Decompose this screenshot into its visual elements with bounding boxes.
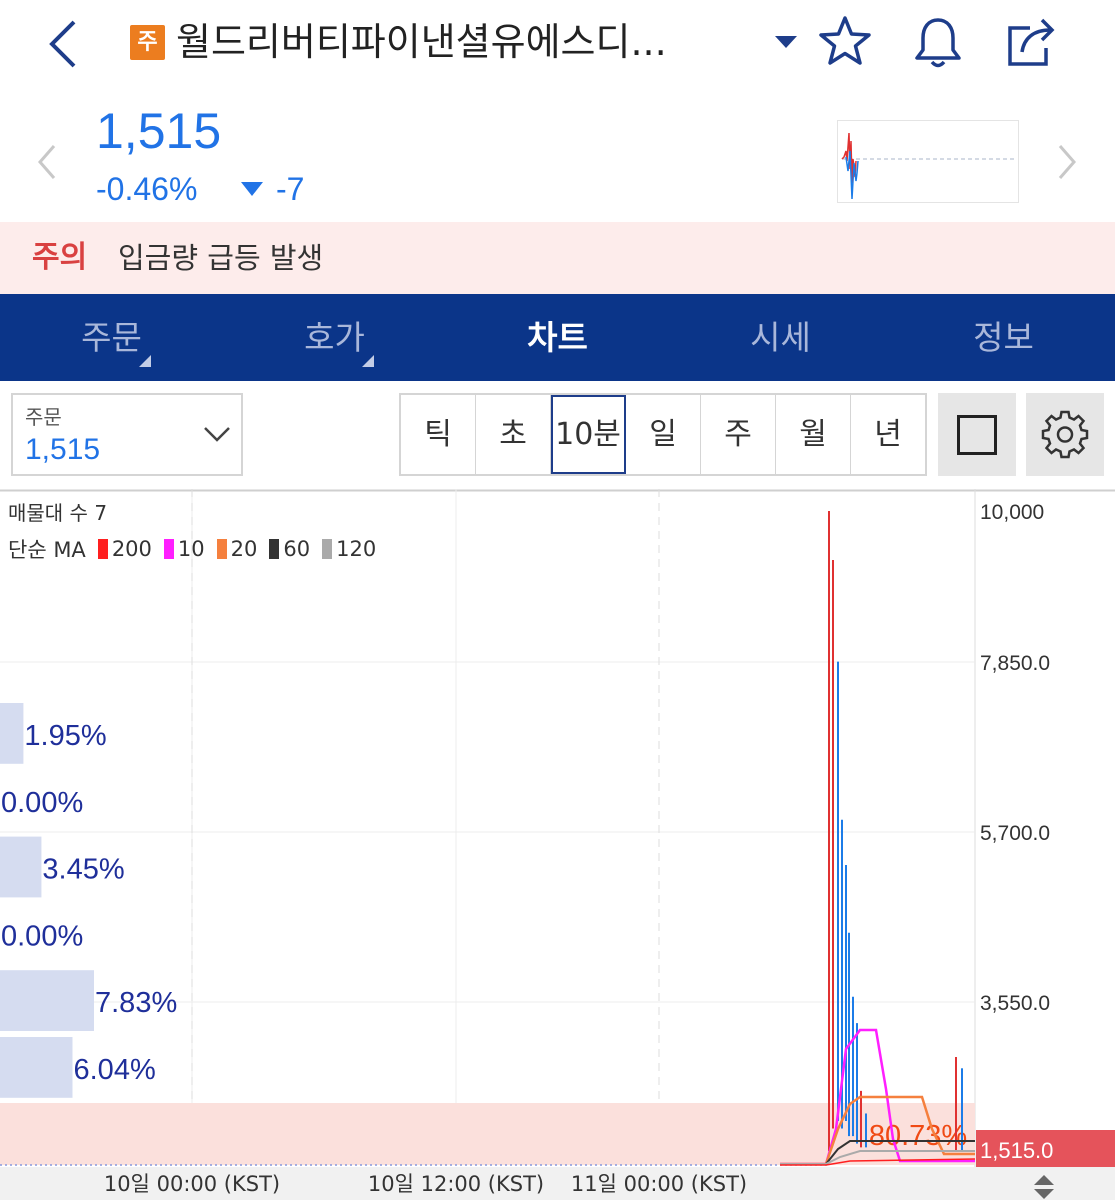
tab-quotes[interactable]: 시세 bbox=[669, 294, 892, 381]
current-price-tag-label: 1,515.0 bbox=[980, 1138, 1053, 1163]
legend-series-label: 120 bbox=[336, 537, 377, 561]
dropdown-icon[interactable] bbox=[772, 30, 800, 54]
top-bar: 주 월드리버티파이낸셜유에스디... bbox=[0, 0, 1115, 96]
period-10min[interactable]: 10분 bbox=[551, 395, 626, 474]
star-icon[interactable] bbox=[815, 12, 875, 72]
x-tick-label: 10일 00:00 (KST) bbox=[104, 1172, 280, 1196]
square-icon bbox=[957, 415, 997, 455]
chart-canvas[interactable]: 1.95% 0.00% 3.45% 0.00% 7.83% 6.04% 80.73% 10,0… bbox=[0, 489, 1115, 1200]
period-week[interactable]: 주 bbox=[701, 395, 776, 474]
order-select-label: 주문 bbox=[25, 405, 62, 429]
order-select[interactable]: 주문 1,515 bbox=[11, 393, 243, 476]
period-tick[interactable]: 틱 bbox=[401, 395, 476, 474]
volume-profile-label: 7.83% bbox=[95, 987, 177, 1019]
legend-swatch bbox=[322, 539, 333, 559]
period-second[interactable]: 초 bbox=[476, 395, 551, 474]
market-badge: 주 bbox=[130, 25, 165, 60]
previous-asset-icon[interactable] bbox=[30, 140, 64, 184]
main-tabs: 주문 호가 차트 시세 정보 bbox=[0, 294, 1115, 381]
volume-profile-label: 80.73% bbox=[869, 1120, 967, 1152]
tab-order[interactable]: 주문 bbox=[0, 294, 223, 381]
tab-quotes-label: 시세 bbox=[750, 318, 811, 357]
volume-profile-label: 3.45% bbox=[42, 854, 124, 886]
tab-chart[interactable]: 차트 bbox=[446, 294, 669, 381]
bell-icon[interactable] bbox=[908, 12, 968, 72]
volume-profile-bar bbox=[0, 703, 24, 764]
legend-swatch bbox=[216, 539, 227, 559]
y-tick-label: 10,000 bbox=[980, 501, 1044, 524]
x-tick-label: 10일 12:00 (KST) bbox=[368, 1172, 544, 1196]
price-chart[interactable]: 1.95% 0.00% 3.45% 0.00% 7.83% 6.04% 80.73% 10,0… bbox=[0, 489, 1115, 1200]
tab-info[interactable]: 정보 bbox=[892, 294, 1115, 381]
y-tick-label: 5,700.0 bbox=[980, 822, 1050, 845]
volume-profile-label: 6.04% bbox=[74, 1054, 156, 1086]
period-selector: 틱 초 10분 일 주 월 년 bbox=[399, 393, 927, 476]
y-tick-label: 7,850.0 bbox=[980, 652, 1050, 675]
legend-series-label: 10 bbox=[177, 537, 205, 561]
period-month[interactable]: 월 bbox=[776, 395, 851, 474]
legend-swatch bbox=[97, 539, 108, 559]
change-amount: -7 bbox=[276, 171, 305, 207]
legend-swatch bbox=[163, 539, 174, 559]
next-asset-icon[interactable] bbox=[1050, 140, 1084, 184]
legend-series-label: 20 bbox=[230, 537, 258, 561]
x-tick-label: 11일 00:00 (KST) bbox=[571, 1172, 747, 1196]
volume-profile-count: 매물대 수 7 bbox=[8, 501, 108, 525]
tab-orderbook[interactable]: 호가 bbox=[223, 294, 446, 381]
tab-chart-label: 차트 bbox=[527, 318, 588, 357]
y-tick-label: 3,550.0 bbox=[980, 992, 1050, 1015]
tab-info-label: 정보 bbox=[973, 318, 1034, 357]
chart-type-button[interactable] bbox=[938, 393, 1016, 476]
share-icon[interactable] bbox=[1000, 12, 1062, 72]
mini-price-chart[interactable] bbox=[837, 120, 1019, 203]
ma-legend-label: 단순 MA bbox=[8, 538, 86, 562]
tab-order-label: 주문 bbox=[81, 318, 142, 357]
volume-profile-label: 1.95% bbox=[24, 720, 106, 752]
current-price: 1,515 bbox=[96, 103, 222, 159]
legend-swatch bbox=[269, 539, 280, 559]
corner-indicator-icon bbox=[139, 355, 151, 367]
caution-text: 입금량 급등 발생 bbox=[118, 241, 324, 275]
volume-profile-label: 0.00% bbox=[1, 787, 83, 819]
back-icon[interactable] bbox=[40, 14, 90, 74]
corner-indicator-icon bbox=[362, 355, 374, 367]
chevron-down-icon bbox=[201, 419, 233, 449]
tab-orderbook-label: 호가 bbox=[304, 318, 365, 357]
order-select-value: 1,515 bbox=[25, 433, 101, 466]
volume-profile-bar bbox=[0, 836, 42, 898]
caution-label: 주의 bbox=[32, 240, 88, 275]
ma-legend: 단순 MA 200 10 20 60 120 bbox=[8, 534, 380, 564]
gear-icon bbox=[1041, 410, 1089, 459]
legend-series-label: 200 bbox=[111, 537, 152, 561]
legend-series-label: 60 bbox=[283, 537, 311, 561]
volume-profile-label: 0.00% bbox=[1, 920, 83, 952]
settings-button[interactable] bbox=[1026, 393, 1104, 476]
asset-title[interactable]: 월드리버티파이낸셜유에스디... bbox=[176, 16, 746, 68]
volume-profile-bar bbox=[0, 970, 94, 1031]
change-percent: -0.46% bbox=[96, 171, 198, 207]
down-triangle-icon bbox=[240, 180, 264, 198]
period-day[interactable]: 일 bbox=[626, 395, 701, 474]
volume-profile-bar bbox=[0, 1037, 73, 1098]
caution-banner[interactable]: 주의 입금량 급등 발생 bbox=[0, 222, 1115, 294]
period-year[interactable]: 년 bbox=[851, 395, 925, 474]
